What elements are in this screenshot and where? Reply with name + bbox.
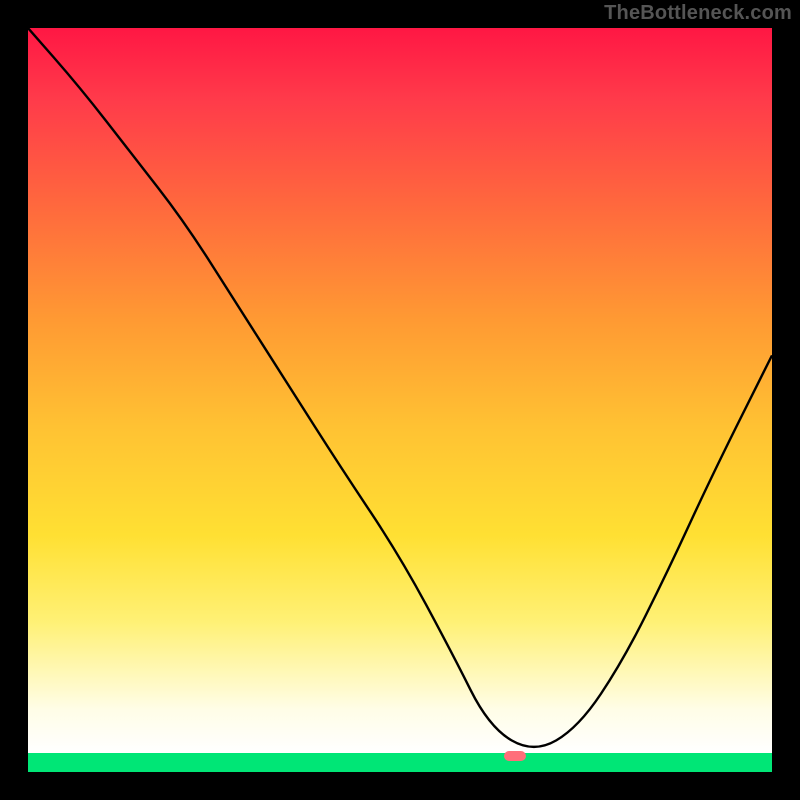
bottleneck-curve-path xyxy=(28,28,772,747)
curve-svg xyxy=(28,28,772,772)
plot-area xyxy=(28,28,772,772)
watermark-text: TheBottleneck.com xyxy=(604,2,792,25)
optimum-marker xyxy=(504,751,526,761)
chart-frame: TheBottleneck.com xyxy=(0,0,800,800)
